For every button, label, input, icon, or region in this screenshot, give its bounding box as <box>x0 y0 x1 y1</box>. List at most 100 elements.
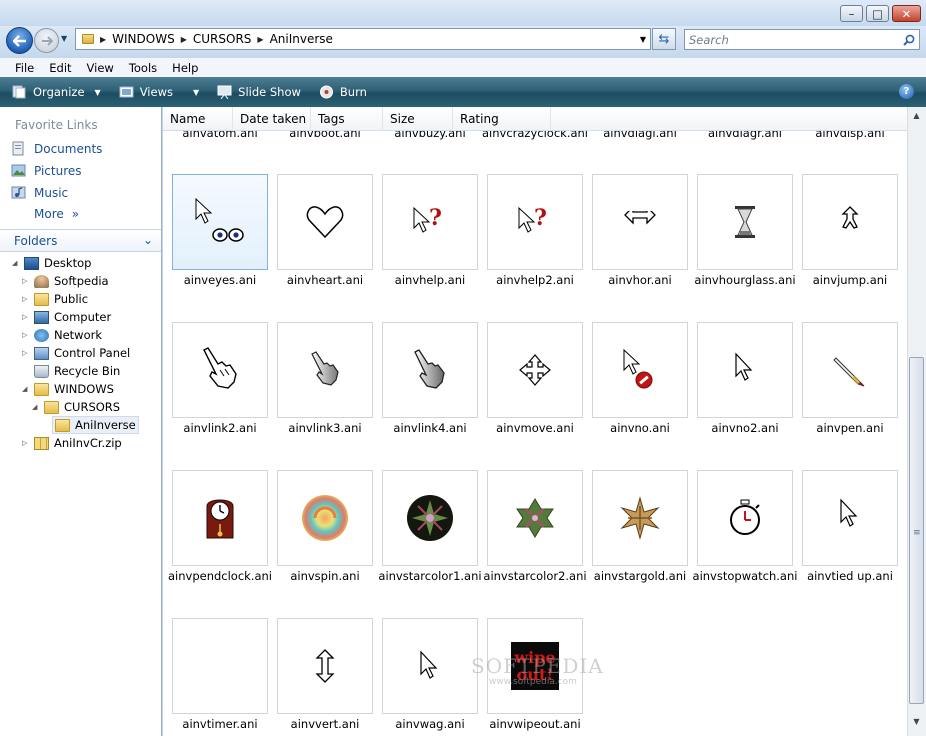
refresh-button[interactable]: ⇆ <box>652 28 676 50</box>
file-label[interactable]: ainvhor.ani <box>586 273 694 287</box>
file-label[interactable]: ainvmove.ani <box>481 421 589 435</box>
file-label[interactable]: ainvno.ani <box>586 421 694 435</box>
file-thumb-ainvhelp[interactable]: ? <box>382 174 478 270</box>
tree-item-control-panel[interactable]: ▷ Control Panel <box>22 346 130 360</box>
forward-button[interactable] <box>34 28 59 53</box>
recent-pages-button[interactable]: ▼ <box>61 34 72 46</box>
slideshow-button[interactable]: Slide Show <box>208 77 310 107</box>
file-thumb-ainvstarcolor2[interactable] <box>487 470 583 566</box>
file-thumb-ainvspin[interactable] <box>277 470 373 566</box>
breadcrumb-windows[interactable]: ▶ WINDOWS <box>100 32 175 46</box>
file-label[interactable]: ainvdisp.ani <box>796 131 904 140</box>
menu-file[interactable]: File <box>15 61 34 75</box>
file-label[interactable]: ainvhelp2.ani <box>481 273 589 287</box>
file-label[interactable]: ainvlink3.ani <box>271 421 379 435</box>
breadcrumb-aniinverse[interactable]: ▶ AniInverse <box>257 32 333 46</box>
favorite-music[interactable]: Music <box>11 185 68 200</box>
address-bar[interactable]: ▶ WINDOWS ▶ CURSORS ▶ AniInverse ▼ <box>75 28 651 50</box>
file-label[interactable]: ainvhourglass.ani <box>691 273 799 287</box>
minimize-button[interactable]: – <box>840 5 863 22</box>
favorite-documents[interactable]: Documents <box>11 141 102 156</box>
breadcrumb-cursors[interactable]: ▶ CURSORS <box>181 32 252 46</box>
file-label[interactable]: ainvlink4.ani <box>376 421 484 435</box>
organize-button[interactable]: Organize ▼ <box>0 77 110 107</box>
file-label[interactable]: ainvstargold.ani <box>586 569 694 583</box>
tree-item-network[interactable]: ▷ Network <box>22 328 102 342</box>
file-label[interactable]: ainvboot.ani <box>271 131 379 140</box>
views-button[interactable]: Views ▼ <box>110 77 208 107</box>
file-thumb-ainvlink4[interactable] <box>382 322 478 418</box>
file-thumb-ainvpen[interactable] <box>802 322 898 418</box>
menu-help[interactable]: Help <box>172 61 198 75</box>
vertical-scrollbar[interactable]: ▲ ≡ ▼ <box>907 107 926 736</box>
favorite-pictures[interactable]: Pictures <box>11 163 82 178</box>
tree-item-softpedia[interactable]: ▷ Softpedia <box>22 274 109 288</box>
menu-edit[interactable]: Edit <box>49 61 71 75</box>
file-thumb-ainvpendclock[interactable] <box>172 470 268 566</box>
menu-view[interactable]: View <box>87 61 114 75</box>
file-thumb-ainvno2[interactable] <box>697 322 793 418</box>
file-label[interactable]: ainvstarcolor1.ani <box>376 569 484 583</box>
file-label[interactable]: ainvlink2.ani <box>166 421 274 435</box>
tree-item-public[interactable]: ▷ Public <box>22 292 88 306</box>
file-label[interactable]: ainvheart.ani <box>271 273 379 287</box>
file-label[interactable]: ainveyes.ani <box>166 273 274 287</box>
file-label[interactable]: ainvwag.ani <box>376 717 484 731</box>
column-tags[interactable]: Tags <box>311 107 383 131</box>
more-links[interactable]: More » <box>34 207 79 221</box>
file-label[interactable]: ainvpendclock.ani <box>166 569 274 583</box>
file-label[interactable]: ainvspin.ani <box>271 569 379 583</box>
search-icon[interactable] <box>903 34 915 46</box>
scroll-up-arrow-icon[interactable]: ▲ <box>908 111 925 123</box>
file-thumb-ainvmove[interactable] <box>487 322 583 418</box>
file-label[interactable]: ainvatom.ani <box>166 131 274 140</box>
tree-item-computer[interactable]: ▷ Computer <box>22 310 111 324</box>
file-label[interactable]: ainvjump.ani <box>796 273 904 287</box>
file-label[interactable]: ainvbuzy.ani <box>376 131 484 140</box>
menu-tools[interactable]: Tools <box>129 61 157 75</box>
address-dropdown-icon[interactable]: ▼ <box>640 35 646 44</box>
close-button[interactable]: ✕ <box>892 5 921 22</box>
maximize-button[interactable]: □ <box>866 5 889 22</box>
file-thumb-ainvtimer[interactable] <box>172 618 268 714</box>
column-date-taken[interactable]: Date taken <box>233 107 311 131</box>
file-thumb-ainvheart[interactable] <box>277 174 373 270</box>
file-label[interactable]: ainvwipeout.ani <box>481 717 589 731</box>
search-input[interactable]: Search <box>684 29 920 50</box>
column-size[interactable]: Size <box>383 107 453 131</box>
file-label[interactable]: ainvpen.ani <box>796 421 904 435</box>
file-label[interactable]: ainvtimer.ani <box>166 717 274 731</box>
file-thumb-ainvhelp2[interactable]: ? <box>487 174 583 270</box>
file-thumb-ainvtied-up[interactable] <box>802 470 898 566</box>
burn-button[interactable]: Burn <box>310 77 376 107</box>
scrollbar-thumb[interactable]: ≡ <box>909 357 924 704</box>
file-thumb-ainvhor[interactable] <box>592 174 688 270</box>
tree-item-windows[interactable]: ◢ WINDOWS <box>22 382 114 396</box>
file-thumb-ainvlink3[interactable] <box>277 322 373 418</box>
file-thumb-ainvstopwatch[interactable] <box>697 470 793 566</box>
tree-item-cursors[interactable]: ◢ CURSORS <box>32 400 120 414</box>
file-thumb-ainvstargold[interactable] <box>592 470 688 566</box>
file-thumb-ainvjump[interactable] <box>802 174 898 270</box>
tree-item-aniinvcr-zip[interactable]: ▷ AniInvCr.zip <box>22 436 122 450</box>
file-thumb-ainvlink2[interactable] <box>172 322 268 418</box>
file-label[interactable]: ainvno2.ani <box>691 421 799 435</box>
file-thumb-ainvstarcolor1[interactable] <box>382 470 478 566</box>
column-rating[interactable]: Rating <box>453 107 551 131</box>
folders-header[interactable]: Folders ⌄ <box>0 229 161 252</box>
file-label[interactable]: ainvvert.ani <box>271 717 379 731</box>
file-label[interactable]: ainvcrazyclock.ani <box>481 131 589 140</box>
file-label[interactable]: ainvstopwatch.ani <box>691 569 799 583</box>
file-label[interactable]: ainvdiagr.ani <box>691 131 799 140</box>
tree-item-recycle-bin[interactable]: Recycle Bin <box>34 364 120 378</box>
file-thumb-ainvwag[interactable] <box>382 618 478 714</box>
file-label[interactable]: ainvdiagl.ani <box>586 131 694 140</box>
file-label[interactable]: ainvstarcolor2.ani <box>481 569 589 583</box>
file-thumb-ainvhourglass[interactable] <box>697 174 793 270</box>
file-thumb-ainveyes[interactable] <box>172 174 268 270</box>
file-thumb-ainvno[interactable] <box>592 322 688 418</box>
file-label[interactable]: ainvhelp.ani <box>376 273 484 287</box>
file-thumb-ainvvert[interactable] <box>277 618 373 714</box>
file-label[interactable]: ainvtied up.ani <box>796 569 904 583</box>
column-name[interactable]: Name <box>163 107 233 131</box>
